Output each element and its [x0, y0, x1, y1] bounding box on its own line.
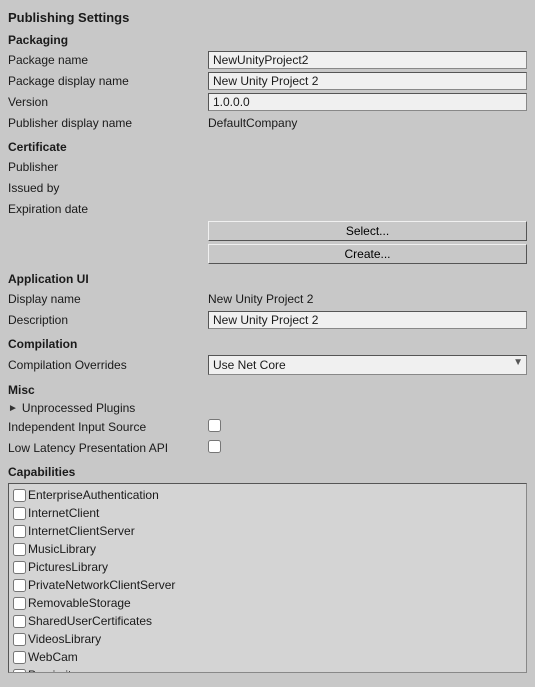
packaging-section-title: Packaging: [8, 33, 527, 47]
capability-label: InternetClient: [28, 506, 99, 520]
capability-checkbox[interactable]: [13, 525, 26, 538]
capability-label: EnterpriseAuthentication: [28, 488, 159, 502]
package-display-name-label: Package display name: [8, 74, 208, 88]
capability-item: MusicLibrary: [13, 540, 522, 558]
package-name-row: Package name: [8, 51, 527, 69]
package-name-label: Package name: [8, 53, 208, 67]
publisher-display-name-label: Publisher display name: [8, 116, 208, 130]
description-input[interactable]: [208, 311, 527, 329]
low-latency-label: Low Latency Presentation API: [8, 441, 208, 455]
capability-checkbox[interactable]: [13, 669, 26, 674]
description-label: Description: [8, 313, 208, 327]
capability-label: WebCam: [28, 650, 78, 664]
capability-checkbox[interactable]: [13, 633, 26, 646]
capability-item: PicturesLibrary: [13, 558, 522, 576]
capability-label: MusicLibrary: [28, 542, 96, 556]
capability-label: Proximity: [28, 668, 77, 673]
capability-item: InternetClient: [13, 504, 522, 522]
capability-checkbox[interactable]: [13, 561, 26, 574]
capability-label: RemovableStorage: [28, 596, 131, 610]
select-button[interactable]: Select...: [208, 221, 527, 241]
capability-checkbox[interactable]: [13, 579, 26, 592]
package-display-name-row: Package display name: [8, 72, 527, 90]
capabilities-section-title: Capabilities: [8, 465, 527, 479]
capability-label: InternetClientServer: [28, 524, 135, 538]
independent-input-row: Independent Input Source: [8, 418, 527, 436]
publishing-settings-panel: Publishing Settings Packaging Package na…: [0, 0, 535, 679]
capability-item: VideosLibrary: [13, 630, 522, 648]
display-name-row: Display name New Unity Project 2: [8, 290, 527, 308]
description-row: Description: [8, 311, 527, 329]
publisher-label: Publisher: [8, 160, 208, 174]
capability-label: VideosLibrary: [28, 632, 101, 646]
compilation-overrides-row: Compilation Overrides Use Net Core .NET …: [8, 355, 527, 375]
compilation-overrides-select[interactable]: Use Net Core .NET Standard 2.0 .NET 4.x: [208, 355, 527, 375]
unprocessed-plugins-row: ► Unprocessed Plugins: [8, 401, 527, 415]
capability-checkbox[interactable]: [13, 489, 26, 502]
package-display-name-input-wrapper: [208, 72, 527, 90]
publisher-display-name-row: Publisher display name DefaultCompany: [8, 114, 527, 132]
capability-checkbox[interactable]: [13, 651, 26, 664]
compilation-overrides-label: Compilation Overrides: [8, 358, 208, 372]
version-row: Version: [8, 93, 527, 111]
certificate-section-title: Certificate: [8, 140, 527, 154]
unprocessed-plugins-triangle-icon: ►: [8, 403, 18, 414]
capability-item: InternetClientServer: [13, 522, 522, 540]
independent-input-checkbox[interactable]: [208, 419, 221, 432]
capabilities-list[interactable]: EnterpriseAuthentication InternetClient In…: [8, 483, 527, 673]
low-latency-checkbox[interactable]: [208, 440, 221, 453]
publisher-row: Publisher: [8, 158, 527, 176]
expiration-date-row: Expiration date: [8, 200, 527, 218]
capability-item: Proximity: [13, 666, 522, 673]
capability-checkbox[interactable]: [13, 543, 26, 556]
capability-item: SharedUserCertificates: [13, 612, 522, 630]
display-name-label: Display name: [8, 292, 208, 306]
version-input-wrapper: [208, 93, 527, 111]
capability-label: SharedUserCertificates: [28, 614, 152, 628]
expiration-date-label: Expiration date: [8, 202, 208, 216]
independent-input-checkbox-wrapper: [208, 419, 527, 435]
independent-input-label: Independent Input Source: [8, 420, 208, 434]
capability-item: RemovableStorage: [13, 594, 522, 612]
publisher-display-name-value: DefaultCompany: [208, 116, 527, 130]
unprocessed-plugins-label: Unprocessed Plugins: [22, 401, 135, 415]
misc-section-title: Misc: [8, 383, 527, 397]
create-button-row: Create...: [8, 244, 527, 264]
low-latency-checkbox-wrapper: [208, 440, 527, 456]
capability-checkbox[interactable]: [13, 615, 26, 628]
display-name-value: New Unity Project 2: [208, 292, 527, 306]
capability-item: WebCam: [13, 648, 522, 666]
capability-item: EnterpriseAuthentication: [13, 486, 522, 504]
package-display-name-input[interactable]: [208, 72, 527, 90]
package-name-input-wrapper: [208, 51, 527, 69]
issued-by-row: Issued by: [8, 179, 527, 197]
page-title: Publishing Settings: [8, 10, 527, 25]
issued-by-label: Issued by: [8, 181, 208, 195]
low-latency-row: Low Latency Presentation API: [8, 439, 527, 457]
capability-label: PrivateNetworkClientServer: [28, 578, 175, 592]
compilation-section-title: Compilation: [8, 337, 527, 351]
version-input[interactable]: [208, 93, 527, 111]
create-button[interactable]: Create...: [208, 244, 527, 264]
description-input-wrapper: [208, 311, 527, 329]
capability-checkbox[interactable]: [13, 597, 26, 610]
capability-item: PrivateNetworkClientServer: [13, 576, 522, 594]
select-button-row: Select...: [8, 221, 527, 241]
capability-label: PicturesLibrary: [28, 560, 108, 574]
version-label: Version: [8, 95, 208, 109]
package-name-input[interactable]: [208, 51, 527, 69]
capability-checkbox[interactable]: [13, 507, 26, 520]
application-ui-section-title: Application UI: [8, 272, 527, 286]
compilation-overrides-select-wrapper: Use Net Core .NET Standard 2.0 .NET 4.x: [208, 355, 527, 375]
